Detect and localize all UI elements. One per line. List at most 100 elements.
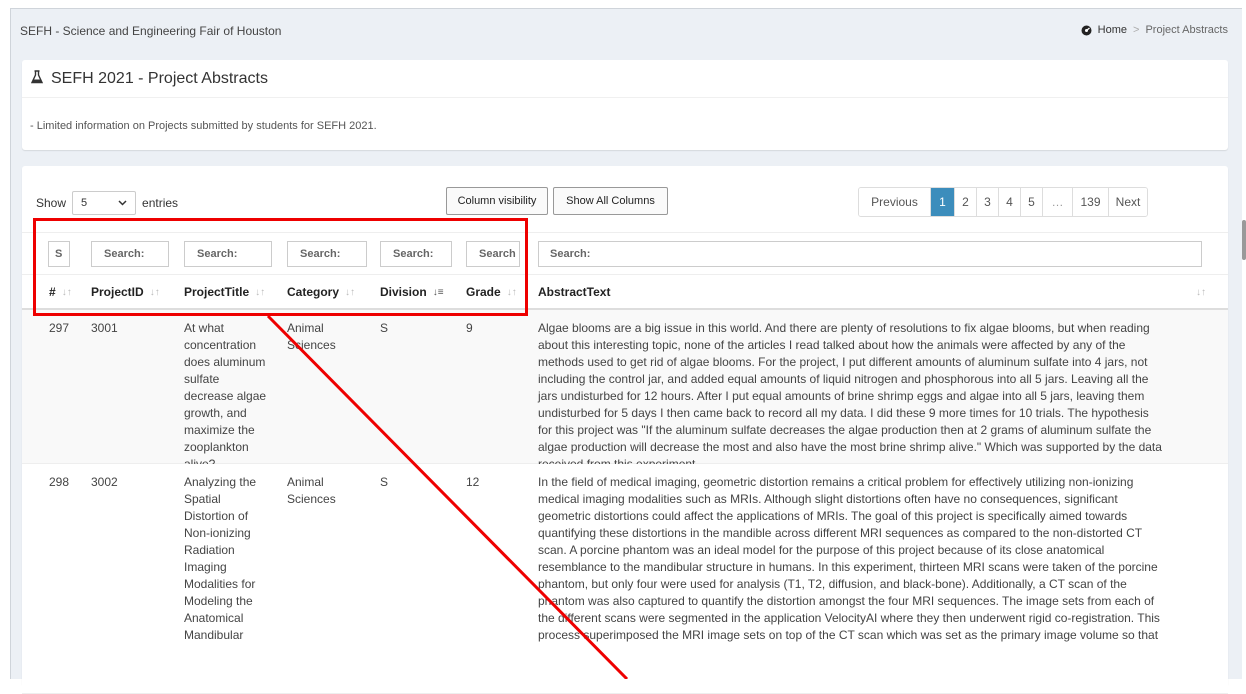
text-line: concentration (184, 338, 257, 352)
column-header-division[interactable]: Division ↓≡ (380, 275, 444, 309)
column-header-category-label: Category (287, 285, 340, 299)
intro-box-header: SEFH 2021 - Project Abstracts (22, 60, 1228, 98)
show-all-columns-button[interactable]: Show All Columns (553, 187, 668, 215)
cell-index: 298 (49, 475, 70, 489)
entries-label: entries (142, 196, 179, 210)
pagination-page-2[interactable]: 2 (955, 188, 977, 216)
text-line: Sciences (287, 338, 336, 352)
column-header-division-label: Division (380, 285, 427, 299)
text-line: about this interesting topic, none of th… (538, 338, 1126, 352)
filter-category-input[interactable]: Search: (287, 241, 367, 267)
table-row: 297 3001 At what concentration does alumin… (22, 310, 1228, 471)
text-line: Animal (287, 475, 324, 489)
text-line: medical imaging modalities such as MRIs.… (538, 492, 1118, 506)
table-header: # ↓↑ ProjectID ↓↑ ProjectTitle ↓↑ Category ↓… (22, 274, 1228, 310)
text-line: Mandibular (184, 628, 244, 642)
text-line: Sciences (287, 492, 336, 506)
table-box: Show 5 entries Column visibility Show Al… (22, 166, 1228, 694)
filter-division-input[interactable]: Search: (380, 241, 452, 267)
cell-division: S (380, 321, 389, 335)
sort-icon: ↓↑ (345, 286, 356, 298)
page-description: - Limited information on Projects submit… (30, 120, 377, 132)
column-header-grade[interactable]: Grade ↓↑ (466, 275, 517, 309)
table-row: 298 3002 Analyzing the Spatial Distortion … (22, 464, 1228, 694)
column-header-projecttitle[interactable]: ProjectTitle ↓↑ (184, 275, 265, 309)
text-line: Modalities for (184, 577, 256, 591)
text-line: Algae blooms are a big issue in this wor… (538, 321, 1150, 335)
cell-category: Animal Sciences (287, 474, 367, 508)
page-scrollbar[interactable] (1242, 220, 1246, 260)
entries-select[interactable]: 5 (72, 191, 137, 215)
text-line: quantifying these distortions in the man… (538, 526, 1143, 540)
column-header-index[interactable]: # ↓↑ (49, 275, 72, 309)
filter-projecttitle-input[interactable]: Search: (184, 241, 272, 267)
intro-box: SEFH 2021 - Project Abstracts - Limited … (22, 60, 1228, 150)
sort-icon: ↓↑ (61, 286, 72, 298)
column-header-projecttitle-label: ProjectTitle (184, 285, 250, 299)
text-line: Analyzing the (184, 475, 257, 489)
cell-index: 297 (49, 321, 70, 335)
text-line: At what (184, 321, 225, 335)
flask-icon (30, 70, 44, 87)
text-line: zooplankton (184, 440, 249, 454)
site-title: SEFH - Science and Engineering Fair of H… (20, 24, 282, 38)
cell-category: Animal Sciences (287, 320, 367, 354)
cell-projecttitle: At what concentration does aluminum sulfate… (184, 320, 282, 473)
text-line: algae production will decrease the most … (538, 440, 1162, 454)
filter-grade-input[interactable]: Search (466, 241, 520, 267)
cell-projecttitle: Analyzing the Spatial Distortion of Non-ion… (184, 474, 282, 644)
breadcrumb-current: Project Abstracts (1145, 24, 1228, 36)
column-visibility-button[interactable]: Column visibility (446, 187, 548, 215)
page-title: SEFH 2021 - Project Abstracts (51, 69, 268, 87)
text-line: Radiation (184, 543, 235, 557)
sort-icon: ↓↑ (149, 286, 160, 298)
pagination-page-1[interactable]: 1 (931, 188, 955, 216)
pagination: Previous 1 2 3 4 5 … 139 Next (858, 187, 1148, 217)
top-bar: SEFH - Science and Engineering Fair of H… (18, 24, 1236, 44)
pagination-ellipsis: … (1043, 188, 1073, 216)
text-line: sulfate (184, 372, 220, 386)
dashboard-icon (1081, 25, 1092, 36)
text-line: Distortion of (184, 509, 249, 523)
text-line: resemblance to the mandibular structure … (538, 560, 1158, 574)
text-line: methods used to get rid of algae blooms.… (538, 355, 1148, 369)
cell-abstract: Algae blooms are a big issue in this wor… (538, 320, 1206, 473)
text-line: growth, and (184, 406, 247, 420)
text-line: decrease algae (184, 389, 267, 403)
pagination-page-3[interactable]: 3 (977, 188, 999, 216)
filter-abstract-input[interactable]: Search: (538, 241, 1202, 267)
column-header-abstract[interactable]: AbstractText ↓↑ (538, 275, 1206, 309)
chevron-down-icon (118, 197, 127, 209)
sort-icon: ↓↑ (255, 286, 266, 298)
breadcrumb: Home > Project Abstracts (1081, 24, 1228, 36)
text-line: Non-ionizing (184, 526, 251, 540)
sort-icon: ↓↑ (506, 286, 517, 298)
pagination-page-5[interactable]: 5 (1021, 188, 1043, 216)
column-header-abstract-label: AbstractText (538, 285, 611, 299)
column-filter-row: S Search: Search: Search: Search: Search… (22, 232, 1228, 274)
text-line: the different scans were segmented in th… (538, 611, 1160, 625)
column-header-category[interactable]: Category ↓↑ (287, 275, 355, 309)
column-header-projectid[interactable]: ProjectID ↓↑ (91, 275, 160, 309)
text-line: jars undisturbed for 12 hours. After I p… (538, 389, 1145, 403)
pagination-page-4[interactable]: 4 (999, 188, 1021, 216)
show-label: Show (36, 196, 67, 210)
column-header-projectid-label: ProjectID (91, 285, 144, 299)
text-line: undisturbed for 5 days I then came back … (538, 406, 1149, 420)
pagination-previous[interactable]: Previous (859, 188, 931, 216)
breadcrumb-separator: > (1133, 24, 1140, 36)
text-line: Spatial (184, 492, 221, 506)
text-line: phantom was also captured to quantify th… (538, 594, 1155, 608)
text-line: phantom, but only four were used for ana… (538, 577, 1127, 591)
filter-projectid-input[interactable]: Search: (91, 241, 169, 267)
breadcrumb-home[interactable]: Home (1098, 24, 1127, 36)
text-line: In the field of medical imaging, geometr… (538, 475, 1134, 489)
text-line: process superimposed the MRI image sets … (538, 628, 1159, 642)
pagination-page-139[interactable]: 139 (1073, 188, 1109, 216)
pagination-next[interactable]: Next (1109, 188, 1147, 216)
cell-grade: 9 (466, 321, 473, 335)
text-line: does aluminum (184, 355, 266, 369)
column-header-grade-label: Grade (466, 285, 501, 299)
cell-grade: 12 (466, 475, 480, 489)
filter-index-input[interactable]: S (48, 241, 70, 267)
